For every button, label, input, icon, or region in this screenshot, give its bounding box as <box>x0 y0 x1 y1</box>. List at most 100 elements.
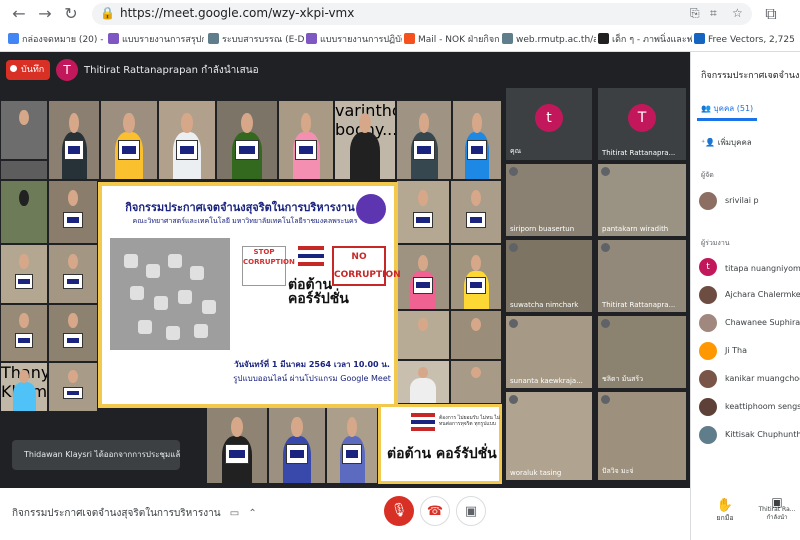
list-item[interactable]: Chawanee Suphirat <box>699 314 800 332</box>
chevron-up-icon[interactable]: ⌃ <box>248 508 256 519</box>
camera-toggle-button[interactable]: ▣ <box>456 496 486 526</box>
zero-sign <box>14 333 34 348</box>
video-tile <box>0 304 48 362</box>
presenter-avatar: T <box>56 59 78 81</box>
raise-hand-button[interactable]: ✋ ยกมือ <box>705 498 745 524</box>
bookmarks-bar: กล่องจดหมาย (20) - ti... แบบรายงานการสรุ… <box>0 28 800 52</box>
person-body <box>410 377 436 403</box>
video-tile <box>0 244 48 304</box>
page-icon <box>598 33 609 44</box>
video-tile <box>450 360 502 404</box>
building-window <box>194 324 208 338</box>
list-item[interactable]: kanikar muangchoo <box>699 370 800 388</box>
list-item[interactable]: Kittisak Chuphuntha <box>699 426 800 444</box>
person-head <box>241 112 253 133</box>
bookmark-0[interactable]: กล่องจดหมาย (20) - ti... <box>8 32 104 48</box>
person-head <box>472 112 482 133</box>
people-panel: กิจกรรมประกาศเจตจำนงสุจ 👥 บุคคล (51) ⁺👤 … <box>690 52 800 540</box>
building-window <box>154 296 168 310</box>
list-item[interactable]: Ajchara Chalermkeart <box>699 286 800 304</box>
tab-underline <box>697 118 757 121</box>
video-tile <box>396 360 450 404</box>
forward-icon[interactable]: → <box>34 3 56 25</box>
zero-sign <box>466 212 486 229</box>
video-tile <box>396 310 450 360</box>
person-head <box>181 112 193 133</box>
address-bar[interactable]: 🔒 https://meet.google.com/wzy-xkpi-vmx ⎘… <box>92 3 752 25</box>
avatar <box>699 426 717 444</box>
camera-icon[interactable]: ⌗ <box>710 6 717 21</box>
tile-participant[interactable]: Thitirat Rattanapra... <box>598 240 686 312</box>
tile-name: Thitirat Rattanapra... <box>602 301 676 309</box>
video-tile <box>206 404 268 484</box>
list-item[interactable]: srivilai p <box>699 192 800 210</box>
building-window <box>146 264 160 278</box>
bookmark-3[interactable]: แบบรายงานการปฏิบัติง... <box>306 32 402 48</box>
participant-name: Ji Tha <box>725 346 747 355</box>
section-attendees: ผู้ร่วมงาน <box>701 239 730 247</box>
building-window <box>168 254 182 268</box>
zero-sign <box>14 274 34 290</box>
captions-icon[interactable]: ▭ <box>230 508 239 519</box>
avatar <box>699 286 717 304</box>
building-window <box>138 320 152 334</box>
section-host: ผู้จัด <box>701 171 714 179</box>
person-head <box>68 190 78 207</box>
list-item[interactable]: Ji Tha <box>699 342 800 360</box>
tile-participant[interactable]: sunanta kaewkraja... <box>506 316 592 388</box>
avatar <box>699 370 717 388</box>
person-head <box>69 112 79 133</box>
leave-call-button[interactable]: ☎ <box>420 496 450 526</box>
bookmark-1[interactable]: แบบรายงานการสรุปก... <box>108 32 204 48</box>
tile-participant[interactable]: woraluk tasing <box>506 392 592 480</box>
poster-mode: รูปแบบออนไลน์ ผ่านโปรแกรม Google Meet <box>233 374 391 383</box>
event-poster: กิจกรรมประกาศเจตจำนงสุจริตในการบริหารงาน… <box>98 182 401 408</box>
mic-toggle-button[interactable]: 🎙 <box>384 496 414 526</box>
zero-sign <box>413 140 435 161</box>
mic-off-icon <box>509 167 518 176</box>
add-people-button[interactable]: ⁺👤 เพิ่มบุคคล <box>701 136 752 149</box>
presenting-button[interactable]: ▣ Thitirat Ra... กำลังนำ <box>755 495 799 522</box>
mic-off-icon <box>509 243 518 252</box>
star-icon[interactable]: ☆ <box>732 6 743 20</box>
person-head <box>417 367 429 379</box>
list-item[interactable]: keattiphoom sengsamu <box>699 398 800 416</box>
avatar: t <box>535 104 563 132</box>
tile-participant[interactable]: ชลิดา ม้นสร้ว <box>598 316 686 388</box>
video-tile: varinthorn boony... <box>334 100 396 180</box>
video-tile <box>268 404 326 484</box>
person-head <box>471 367 481 379</box>
tile-participant[interactable]: siriporn buasertun <box>506 164 592 236</box>
list-item[interactable]: t titapa nuangniyom (คุณ) <box>699 258 800 276</box>
extension-icon[interactable]: ⧉ <box>760 3 782 25</box>
translate-icon[interactable]: ⎘ <box>690 6 700 21</box>
bookmark-2[interactable]: ระบบสารบรรณ (E-Do... <box>208 32 304 48</box>
bookmark-6[interactable]: เด็ก ๆ - ภาพนิ่งและฟรี... <box>598 32 692 48</box>
person-head <box>68 313 78 328</box>
tab-people[interactable]: 👥 บุคคล (51) <box>701 102 753 115</box>
person-head <box>418 112 430 133</box>
tile-presenter[interactable]: T Thitirat Rattanapra... <box>598 88 686 160</box>
bookmark-4[interactable]: Mail - NOK ฝ่ายกิจก... <box>404 32 500 48</box>
person-head <box>123 112 135 133</box>
tile-participant[interactable]: pantakarn wiradith <box>598 164 686 236</box>
zero-sign <box>63 387 83 400</box>
bookmark-5[interactable]: web.rmutp.ac.th/atc... <box>502 32 596 48</box>
back-icon[interactable]: ← <box>8 3 30 25</box>
video-tile <box>0 180 48 244</box>
video-tile <box>48 100 100 180</box>
tile-participant[interactable]: suwatcha nimchark <box>506 240 592 312</box>
person-head <box>417 318 429 331</box>
participant-name: keattiphoom sengsamu <box>725 402 800 411</box>
present-icon: ▣ <box>771 495 783 509</box>
video-tile <box>450 310 502 360</box>
reload-icon[interactable]: ↻ <box>60 3 82 25</box>
video-tile <box>48 180 98 244</box>
video-tile <box>48 244 98 304</box>
bookmark-7[interactable]: Free Vectors, 2,725,... <box>694 32 794 48</box>
avatar <box>699 314 717 332</box>
tile-self[interactable]: t คุณ <box>506 88 592 160</box>
video-tile <box>396 180 450 244</box>
tile-participant[interactable]: ปัลวิจ มะจ่ <box>598 392 686 480</box>
page-icon <box>502 33 513 44</box>
